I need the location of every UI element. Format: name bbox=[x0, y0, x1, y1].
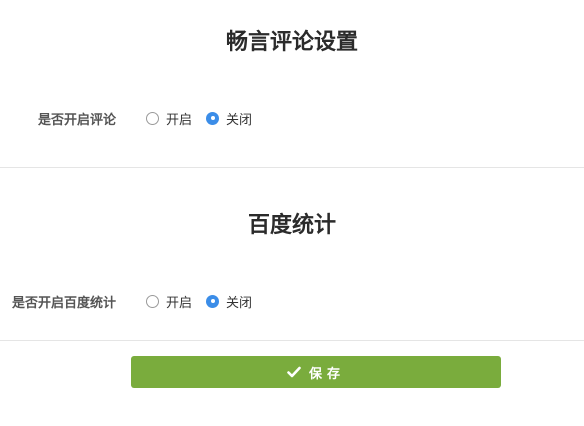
comments-enable-label: 开启 bbox=[166, 112, 193, 128]
comments-enable-radio[interactable]: 开启 bbox=[146, 109, 192, 128]
stats-radio-group: 开启 关闭 bbox=[146, 292, 266, 311]
section-divider bbox=[0, 340, 584, 341]
stats-disable-radio[interactable]: 关闭 bbox=[206, 292, 252, 311]
stats-setting-row: 是否开启百度统计 开启 关闭 bbox=[0, 289, 584, 313]
comments-setting-row: 是否开启评论 开启 关闭 bbox=[0, 106, 584, 130]
stats-enable-label: 开启 bbox=[166, 295, 193, 311]
comments-field-label: 是否开启评论 bbox=[37, 112, 116, 128]
stats-section-title: 百度统计 bbox=[247, 213, 336, 238]
comments-disable-label: 关闭 bbox=[226, 112, 253, 128]
comments-radio-group: 开启 关闭 bbox=[146, 109, 266, 128]
save-button[interactable]: 保存 bbox=[131, 356, 501, 388]
radio-unchecked-icon[interactable] bbox=[146, 111, 159, 125]
comments-disable-radio[interactable]: 关闭 bbox=[206, 109, 252, 128]
section-divider bbox=[0, 167, 584, 168]
radio-checked-icon[interactable] bbox=[206, 111, 220, 125]
radio-unchecked-icon[interactable] bbox=[146, 294, 159, 308]
save-button-label: 保存 bbox=[308, 366, 345, 382]
stats-disable-label: 关闭 bbox=[226, 295, 253, 311]
check-icon bbox=[287, 366, 301, 378]
stats-enable-radio[interactable]: 开启 bbox=[146, 292, 192, 311]
radio-checked-icon[interactable] bbox=[206, 294, 220, 308]
comments-section-title: 畅言评论设置 bbox=[225, 30, 358, 55]
stats-field-label: 是否开启百度统计 bbox=[11, 295, 116, 311]
